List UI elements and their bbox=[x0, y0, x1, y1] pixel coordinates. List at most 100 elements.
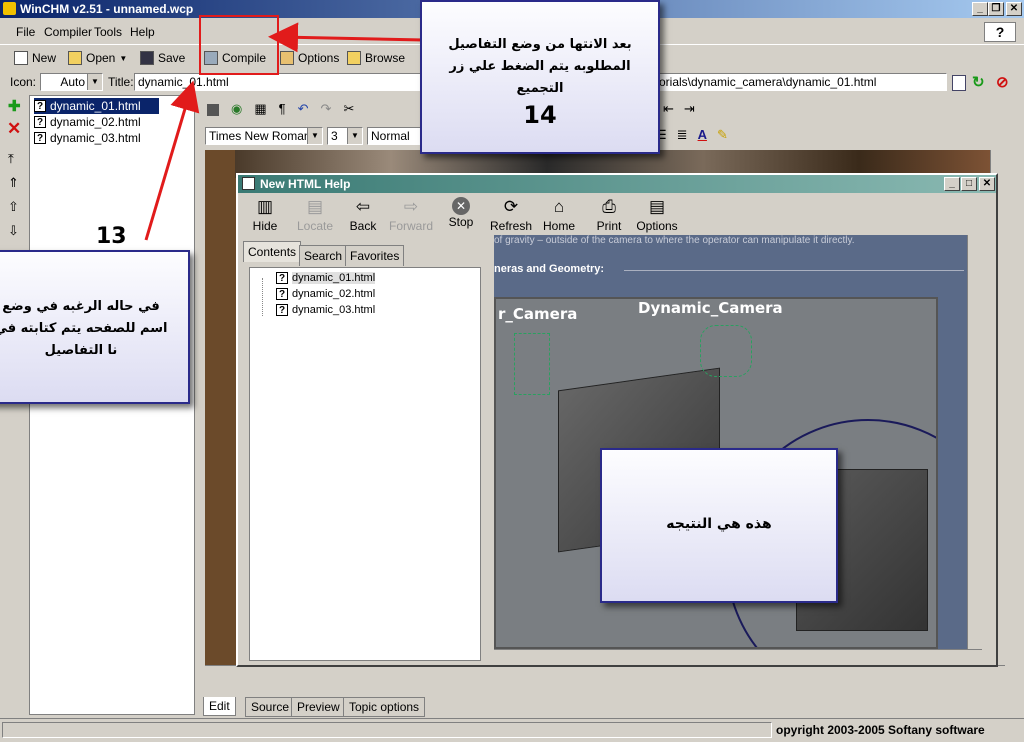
copyright-text: opyright 2003-2005 Softany software bbox=[776, 723, 985, 737]
options-menu-icon: ▤ bbox=[648, 197, 666, 216]
toc-item[interactable]: ? dynamic_01.html bbox=[276, 270, 376, 286]
stop-red-icon[interactable]: ⊘ bbox=[996, 73, 1009, 91]
help-print-button[interactable]: ⎙ Print bbox=[584, 197, 634, 235]
delete-topic-icon[interactable]: ✕ bbox=[7, 119, 21, 139]
callout-result-text: هذه هي النتيجه bbox=[666, 516, 772, 532]
move-top-icon[interactable]: ⤒ bbox=[8, 151, 14, 167]
help-back-button[interactable]: ⇦ Back bbox=[338, 197, 388, 235]
locate-icon: ▤ bbox=[306, 197, 324, 216]
redo-icon[interactable]: ↷ bbox=[321, 101, 332, 121]
help-window-title: New HTML Help bbox=[260, 177, 351, 191]
undo-icon[interactable]: ↶ bbox=[298, 101, 309, 121]
title-field[interactable]: dynamic_01.html bbox=[134, 73, 424, 91]
font-color-icon[interactable]: A bbox=[698, 127, 707, 143]
numbered-list-icon[interactable]: ≣ bbox=[677, 127, 688, 143]
outdent-icon[interactable]: ⇤ bbox=[663, 101, 674, 117]
size-select[interactable]: 3 ▼ bbox=[327, 127, 363, 145]
editor-toolbar-right: ⇤ ⇥ bbox=[663, 101, 695, 117]
stop-icon: ✕ bbox=[452, 197, 470, 215]
folder-icon bbox=[68, 51, 82, 65]
select-box-icon[interactable]: ▦ bbox=[254, 101, 266, 121]
options-icon bbox=[280, 51, 294, 65]
help-maximize-button[interactable]: □ bbox=[961, 177, 977, 191]
menu-compiler[interactable]: Compiler bbox=[44, 25, 92, 39]
content-vscroll[interactable] bbox=[967, 235, 982, 649]
new-button[interactable]: New bbox=[14, 49, 56, 67]
path-field[interactable]: orials\dynamic_camera\dynamic_01.html bbox=[655, 73, 947, 91]
file-item[interactable]: ? dynamic_03.html bbox=[34, 130, 141, 146]
help-close-button[interactable]: ✕ bbox=[979, 177, 995, 191]
format-toolbar-right: ☰ ≣ A ✎ bbox=[655, 127, 728, 143]
add-topic-icon[interactable]: ✚ bbox=[8, 97, 21, 115]
menu-file[interactable]: File bbox=[16, 25, 35, 39]
step-13-number: 13 bbox=[96, 224, 127, 249]
tab-favorites[interactable]: Favorites bbox=[345, 245, 405, 266]
menu-tools[interactable]: Tools bbox=[94, 25, 122, 39]
options-button[interactable]: Options bbox=[280, 49, 339, 67]
indent-icon[interactable]: ⇥ bbox=[684, 101, 695, 117]
help-topic-icon: ? bbox=[276, 272, 288, 284]
help-forward-button[interactable]: ⇨ Forward bbox=[386, 197, 436, 235]
help-refresh-button[interactable]: ⟳ Refresh bbox=[486, 197, 536, 235]
highlight-icon[interactable]: ✎ bbox=[717, 127, 728, 143]
render-camera-wireframe bbox=[514, 333, 550, 395]
callout-13-text: في حاله الرغبه في وضع اسم للصفحه يتم كتا… bbox=[0, 299, 168, 358]
save-button[interactable]: Save bbox=[140, 49, 185, 67]
style-select[interactable]: Normal bbox=[367, 127, 423, 145]
chevron-down-icon[interactable]: ▼ bbox=[347, 128, 362, 144]
help-stop-button[interactable]: ✕ Stop bbox=[436, 197, 486, 235]
callout-result: هذه هي النتيجه bbox=[600, 448, 838, 603]
stop-square-icon[interactable] bbox=[207, 104, 219, 116]
chevron-down-icon[interactable]: ▼ bbox=[307, 128, 322, 144]
browse-button[interactable]: Browse bbox=[347, 49, 405, 67]
tab-preview[interactable]: Preview bbox=[291, 697, 346, 717]
help-options-button[interactable]: ▤ Options bbox=[632, 197, 682, 235]
tab-contents[interactable]: Contents bbox=[243, 241, 302, 262]
minimize-button[interactable]: _ bbox=[972, 2, 988, 16]
render-label-left: r_Camera bbox=[498, 305, 578, 323]
menu-help[interactable]: Help bbox=[130, 25, 155, 39]
page-icon[interactable] bbox=[952, 75, 966, 91]
tab-source[interactable]: Source bbox=[245, 697, 296, 717]
editor-toolbar: ◉ ▦ ¶ ↶ ↷ ✂ bbox=[207, 101, 354, 121]
help-home-button[interactable]: ⌂ Home bbox=[534, 197, 584, 235]
tab-topic-options[interactable]: Topic options bbox=[343, 697, 426, 717]
help-title-bar: New HTML Help _ □ ✕ bbox=[238, 175, 996, 193]
tab-edit[interactable]: Edit bbox=[203, 697, 236, 716]
icon-select[interactable]: Auto ▼ bbox=[40, 73, 103, 91]
restore-button[interactable]: ❐ bbox=[988, 2, 1004, 16]
topic-actions-strip: ✚ ✕ ⤒ ⇑ ⇧ ⇩ bbox=[2, 95, 26, 715]
toc-item[interactable]: ? dynamic_02.html bbox=[276, 286, 375, 302]
file-item[interactable]: ? dynamic_02.html bbox=[34, 114, 141, 130]
callout-step-13: في حاله الرغبه في وضع اسم للصفحه يتم كتا… bbox=[0, 250, 190, 404]
help-hide-button[interactable]: ▥ Hide bbox=[240, 197, 290, 235]
home-icon: ⌂ bbox=[553, 197, 565, 216]
help-question-icon[interactable]: ? bbox=[984, 22, 1016, 42]
refresh-green-icon[interactable]: ↻ bbox=[972, 73, 985, 91]
move-up-icon[interactable]: ⇧ bbox=[8, 199, 19, 215]
globe-icon[interactable]: ◉ bbox=[231, 101, 242, 121]
toc-item[interactable]: ? dynamic_03.html bbox=[276, 302, 375, 318]
help-locate-button[interactable]: ▤ Locate bbox=[290, 197, 340, 235]
font-select[interactable]: Times New Roman ▼ bbox=[205, 127, 323, 145]
pilcrow-icon[interactable]: ¶ bbox=[279, 101, 286, 121]
forward-arrow-icon: ⇨ bbox=[403, 197, 419, 216]
printer-icon: ⎙ bbox=[602, 197, 616, 216]
open-button[interactable]: Open ▼ bbox=[68, 49, 127, 67]
hide-pane-icon: ▥ bbox=[256, 197, 274, 216]
move-down-icon[interactable]: ⇩ bbox=[8, 223, 19, 239]
chevron-down-icon[interactable]: ▼ bbox=[119, 54, 127, 63]
doc-hscroll[interactable] bbox=[205, 665, 1005, 680]
help-topic-icon: ? bbox=[34, 132, 46, 144]
help-minimize-button[interactable]: _ bbox=[944, 177, 960, 191]
file-item[interactable]: ? dynamic_01.html bbox=[34, 98, 159, 114]
cut-icon[interactable]: ✂ bbox=[343, 101, 354, 121]
chevron-down-icon[interactable]: ▼ bbox=[87, 74, 102, 90]
status-bar: opyright 2003-2005 Softany software bbox=[0, 718, 1024, 740]
icon-label: Icon: bbox=[10, 75, 37, 89]
close-button[interactable]: ✕ bbox=[1006, 2, 1022, 16]
tree-connector bbox=[262, 278, 264, 316]
tab-search[interactable]: Search bbox=[299, 245, 348, 266]
content-hscroll[interactable] bbox=[494, 649, 982, 664]
move-up-double-icon[interactable]: ⇑ bbox=[8, 175, 19, 191]
